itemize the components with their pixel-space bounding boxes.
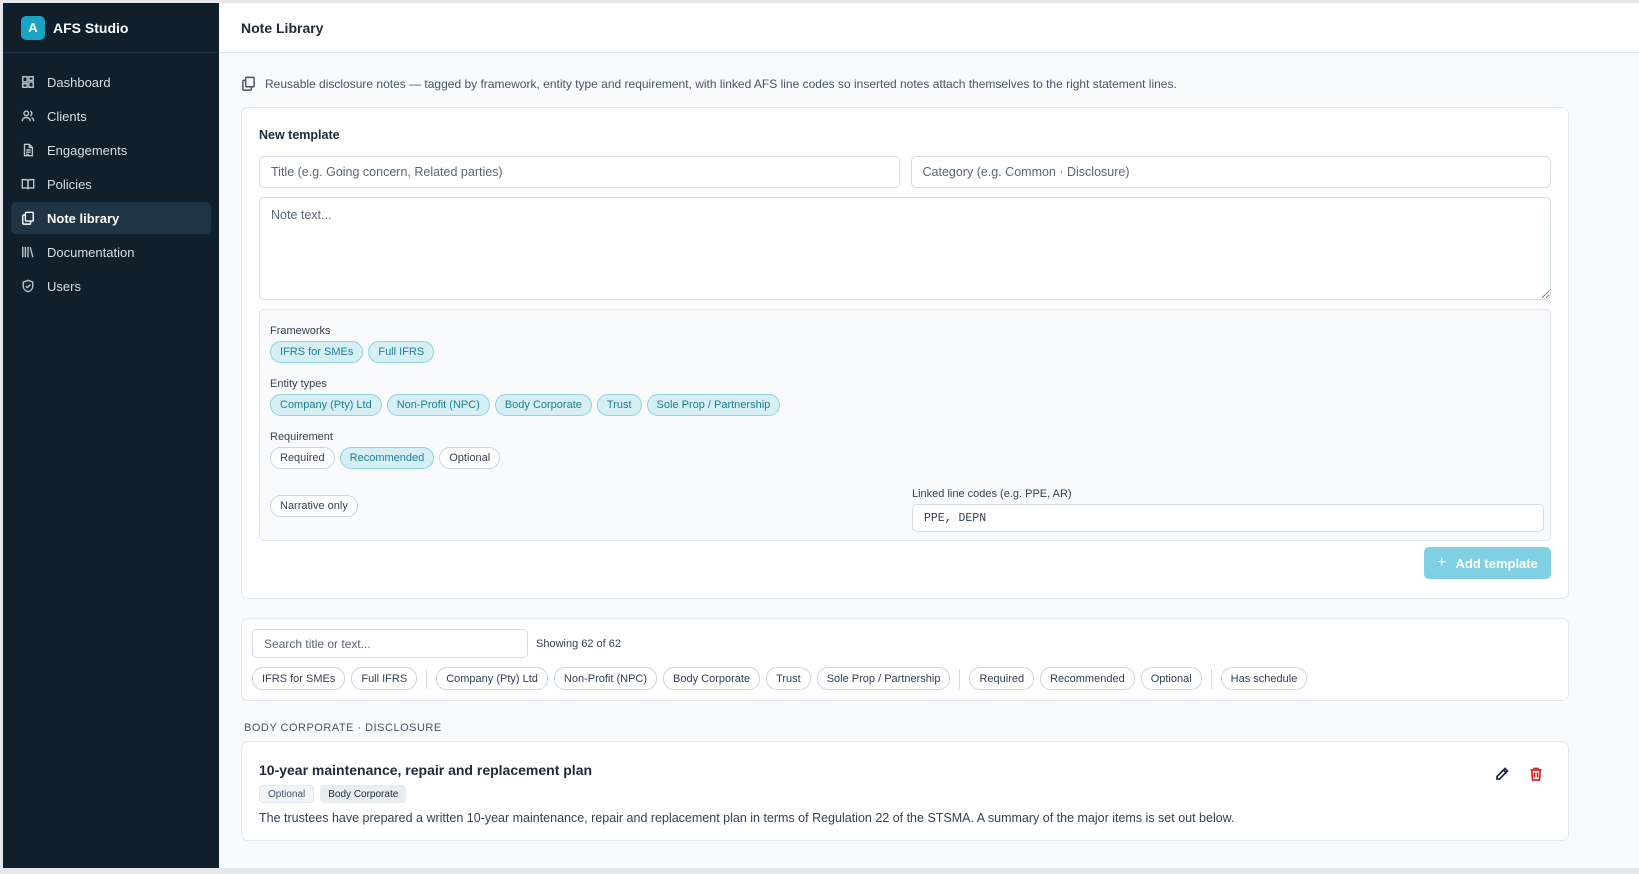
add-template-button[interactable]: + Add template [1424, 547, 1551, 579]
filter-chip-optional[interactable]: Optional [1140, 667, 1202, 690]
linked-line-codes-input[interactable] [912, 504, 1544, 532]
entity-chip-body-corporate[interactable]: Body Corporate [494, 394, 592, 416]
sidebar-item-users[interactable]: Users [11, 270, 211, 302]
book-open-icon [21, 177, 35, 191]
new-template-card: New template Frameworks IFRS for SMEs Fu… [241, 107, 1569, 599]
narrative-only-toggle[interactable]: Narrative only [270, 495, 358, 517]
add-template-label: Add template [1455, 555, 1538, 571]
sidebar-item-policies[interactable]: Policies [11, 168, 211, 200]
dashboard-icon [21, 75, 35, 89]
entity-types-chips: Company (Pty) Ltd Non-Profit (NPC) Body … [270, 394, 1540, 416]
sidebar-item-label: Users [47, 278, 81, 294]
sidebar-item-label: Note library [47, 210, 120, 226]
plus-icon: + [1437, 554, 1447, 571]
filter-card: Showing 62 of 62 IFRS for SMEs Full IFRS… [241, 618, 1569, 701]
requirement-chip-optional[interactable]: Optional [439, 447, 501, 469]
document-icon [21, 143, 35, 157]
new-template-heading: New template [259, 128, 340, 142]
app-window: A AFS Studio Dashboard Clients Engagemen… [3, 3, 1639, 868]
sidebar-item-dashboard[interactable]: Dashboard [11, 66, 211, 98]
framework-chip-ifrs-smes[interactable]: IFRS for SMEs [270, 341, 364, 363]
filter-chip-trust[interactable]: Trust [766, 667, 811, 690]
requirement-chip-recommended[interactable]: Recommended [339, 447, 435, 469]
brand-name: AFS Studio [53, 19, 129, 36]
brand-logo: A [21, 15, 45, 40]
sidebar-item-documentation[interactable]: Documentation [11, 236, 211, 268]
page-title: Note Library [241, 19, 324, 36]
pencil-icon [1496, 767, 1509, 780]
delete-note-button[interactable] [1528, 766, 1544, 785]
sidebar-item-engagements[interactable]: Engagements [11, 134, 211, 166]
copy-icon [21, 211, 35, 225]
trash-icon [1530, 767, 1542, 781]
note-card[interactable]: 10-year maintenance, repair and replacem… [241, 741, 1569, 841]
filter-chip-ifrs-smes[interactable]: IFRS for SMEs [252, 667, 346, 690]
frameworks-chips: IFRS for SMEs Full IFRS [270, 341, 1540, 363]
note-tag-entity: Body Corporate [320, 785, 407, 803]
sidebar-item-label: Documentation [47, 244, 135, 260]
sidebar-item-clients[interactable]: Clients [11, 100, 211, 132]
divider [959, 668, 961, 689]
requirement-label: Requirement [270, 431, 333, 443]
linked-line-codes-label: Linked line codes (e.g. PPE, AR) [912, 488, 1072, 500]
edit-note-button[interactable] [1494, 766, 1510, 785]
filter-chip-recommended[interactable]: Recommended [1040, 667, 1135, 690]
brand[interactable]: A AFS Studio [3, 3, 219, 53]
copy-icon [241, 76, 257, 92]
sidebar-item-label: Policies [47, 176, 92, 192]
sidebar-item-note-library[interactable]: Note library [11, 202, 211, 234]
note-title: 10-year maintenance, repair and replacem… [259, 762, 593, 778]
divider [1210, 668, 1212, 689]
result-count: Showing 62 of 62 [536, 637, 622, 650]
entity-chip-company[interactable]: Company (Pty) Ltd [270, 394, 382, 416]
note-tag-requirement: Optional [259, 785, 315, 803]
filter-chip-sole-prop[interactable]: Sole Prop / Partnership [816, 667, 951, 690]
top-bar: Note Library [219, 3, 1639, 53]
group-heading: BODY CORPORATE · DISCLOSURE [244, 722, 442, 734]
note-tags: Optional Body Corporate [259, 785, 1551, 803]
requirement-chips: Required Recommended Optional [270, 447, 1540, 469]
title-input[interactable] [259, 156, 900, 188]
divider [426, 668, 428, 689]
filter-chip-npc[interactable]: Non-Profit (NPC) [553, 667, 658, 690]
entity-chip-sole-prop[interactable]: Sole Prop / Partnership [646, 394, 781, 416]
requirement-chip-required[interactable]: Required [270, 447, 335, 469]
entity-chip-trust[interactable]: Trust [596, 394, 642, 416]
note-text-input[interactable] [259, 197, 1551, 300]
filter-chip-company[interactable]: Company (Pty) Ltd [436, 667, 548, 690]
intro-text: Reusable disclosure notes — tagged by fr… [265, 77, 1177, 91]
search-input[interactable] [252, 629, 528, 658]
sidebar-item-label: Clients [47, 108, 87, 124]
entity-chip-npc[interactable]: Non-Profit (NPC) [386, 394, 490, 416]
filter-chip-full-ifrs[interactable]: Full IFRS [351, 667, 418, 690]
frameworks-label: Frameworks [270, 325, 331, 337]
filter-chip-has-schedule[interactable]: Has schedule [1220, 667, 1308, 690]
entity-types-label: Entity types [270, 378, 327, 390]
content: Reusable disclosure notes — tagged by fr… [219, 69, 1639, 841]
filter-chip-required[interactable]: Required [969, 667, 1035, 690]
sidebar-nav: Dashboard Clients Engagements Policies N… [3, 53, 219, 302]
note-actions [1494, 766, 1544, 785]
sidebar: A AFS Studio Dashboard Clients Engagemen… [3, 3, 219, 868]
tags-panel: Frameworks IFRS for SMEs Full IFRS Entit… [259, 309, 1551, 541]
shield-icon [21, 279, 35, 293]
framework-chip-full-ifrs[interactable]: Full IFRS [368, 341, 435, 363]
sidebar-item-label: Engagements [47, 142, 128, 158]
note-text: The trustees have prepared a written 10-… [259, 811, 1235, 825]
intro: Reusable disclosure notes — tagged by fr… [241, 69, 1631, 99]
users-icon [21, 109, 35, 123]
sidebar-item-label: Dashboard [47, 74, 111, 90]
filter-chips: IFRS for SMEs Full IFRS Company (Pty) Lt… [252, 667, 1558, 690]
main-area: Note Library Reusable disclosure notes —… [219, 3, 1639, 868]
linked-line-codes: Linked line codes (e.g. PPE, AR) [912, 488, 1544, 532]
library-icon [21, 245, 35, 259]
category-input[interactable] [910, 156, 1551, 188]
filter-chip-body-corporate[interactable]: Body Corporate [663, 667, 761, 690]
